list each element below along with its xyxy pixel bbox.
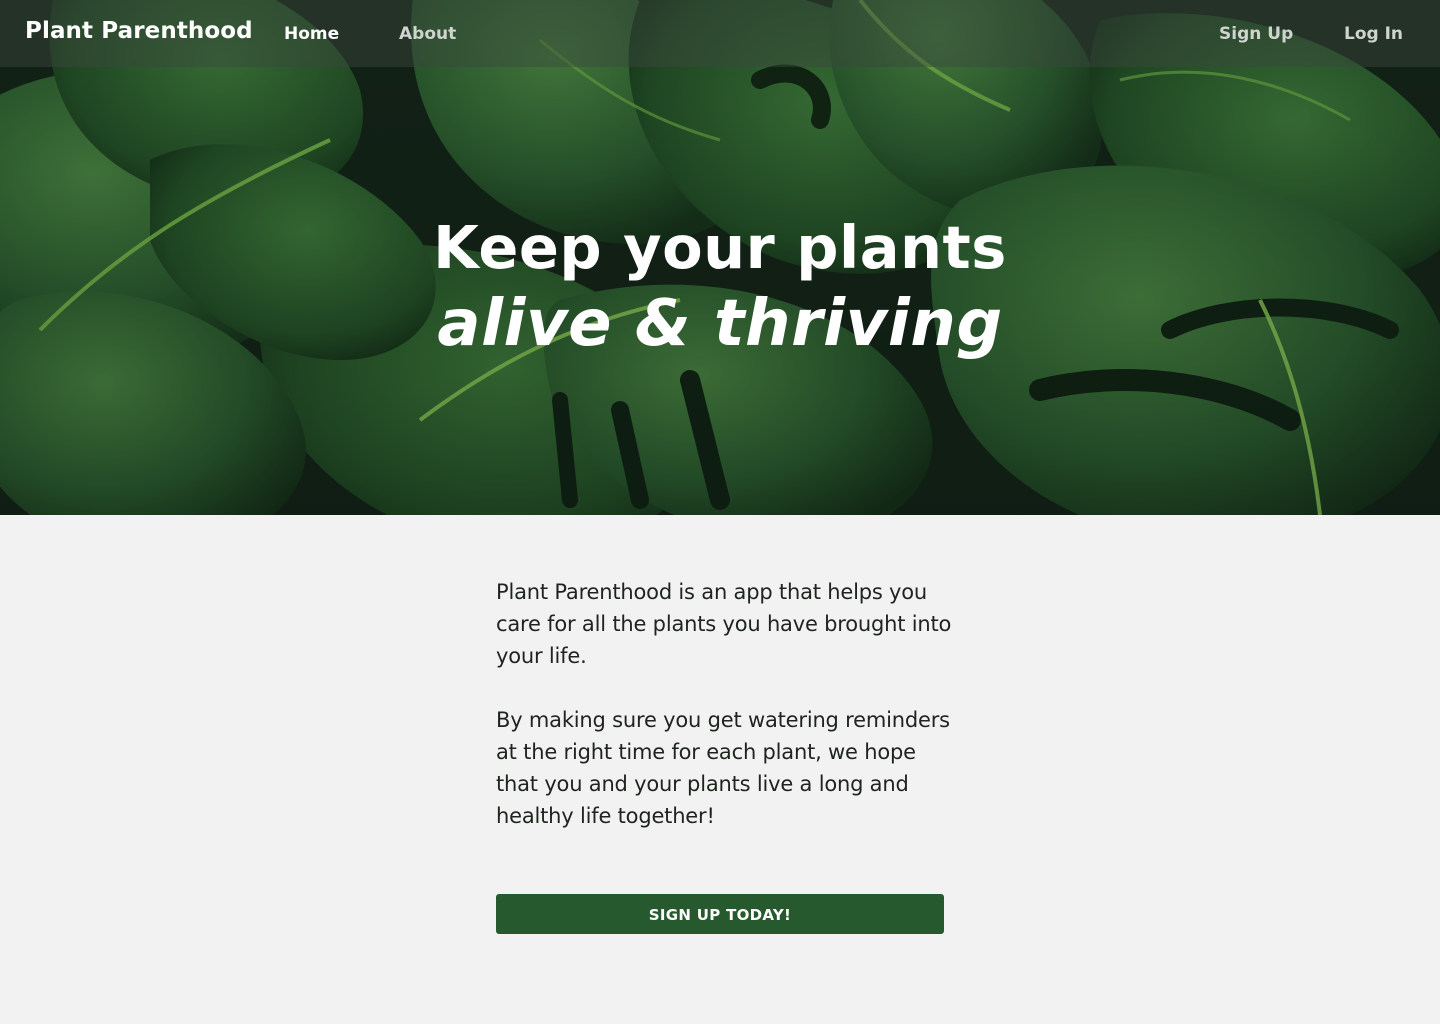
headline-line-2: alive & thriving — [437, 287, 1003, 361]
nav-link-sign-up[interactable]: Sign Up — [1219, 24, 1293, 44]
sign-up-today-button[interactable]: SIGN UP TODAY! — [496, 894, 944, 934]
top-navbar: Plant Parenthood Home About Sign Up Log … — [0, 0, 1440, 67]
hero-banner: Keep your plants alive & thriving — [0, 0, 1440, 515]
hero-headline: Keep your plants alive & thriving — [0, 210, 1440, 362]
headline-line-1: Keep your plants — [433, 213, 1007, 282]
about-section: Plant Parenthood is an app that helps yo… — [496, 576, 956, 832]
nav-link-home[interactable]: Home — [284, 24, 339, 44]
nav-link-about[interactable]: About — [399, 24, 456, 44]
nav-link-log-in[interactable]: Log In — [1344, 24, 1403, 44]
brand-logo[interactable]: Plant Parenthood — [25, 18, 253, 44]
about-paragraph-1: Plant Parenthood is an app that helps yo… — [496, 580, 952, 668]
about-paragraph-2: By making sure you get watering reminder… — [496, 708, 950, 828]
